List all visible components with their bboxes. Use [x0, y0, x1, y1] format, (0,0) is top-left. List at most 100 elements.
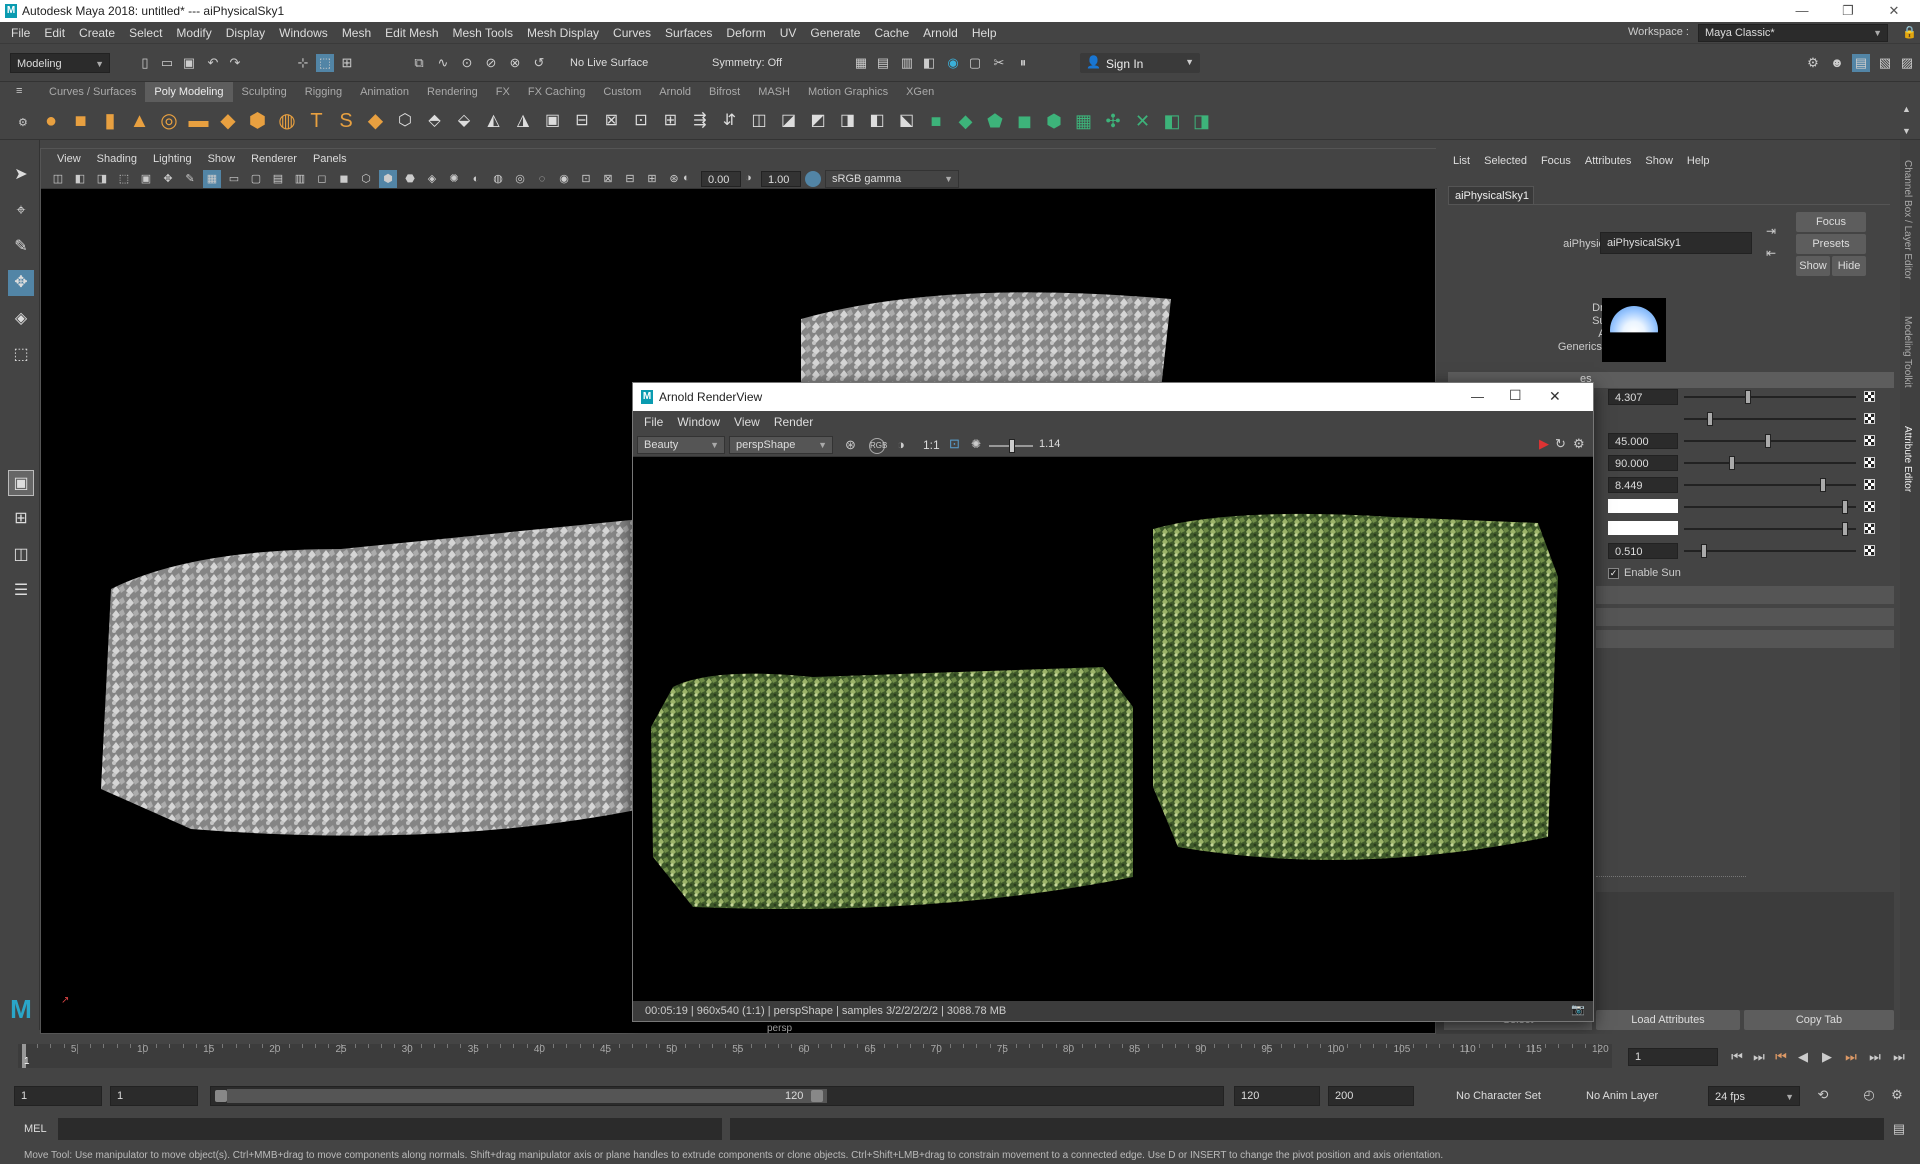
- attribute-slider[interactable]: [1684, 412, 1856, 426]
- rotate-tool-icon[interactable]: ◈: [8, 306, 34, 332]
- menu-edit-mesh[interactable]: Edit Mesh: [378, 22, 445, 44]
- connect-icon[interactable]: ◨: [835, 108, 861, 134]
- ambient-occlusion-icon[interactable]: ◍: [489, 170, 507, 188]
- isolate-select-icon[interactable]: ⊡: [577, 170, 595, 188]
- menu-mesh[interactable]: Mesh: [335, 22, 378, 44]
- tool-settings-icon[interactable]: ▧: [1876, 54, 1894, 72]
- snapshot-icon[interactable]: 📷: [1571, 1003, 1585, 1016]
- single-pane-icon[interactable]: ▣: [8, 470, 34, 496]
- collapsed-section[interactable]: [1596, 630, 1894, 648]
- workspace-dropdown[interactable]: Maya Classic* ▼: [1698, 24, 1888, 42]
- map-button-icon[interactable]: [1864, 457, 1875, 468]
- arnold-render-icon[interactable]: ◉: [944, 54, 962, 72]
- menu-help[interactable]: Help: [965, 22, 1004, 44]
- film-gate-icon[interactable]: ▭: [225, 170, 243, 188]
- attribute-value-field[interactable]: 90.000: [1608, 455, 1678, 471]
- collapsed-section[interactable]: [1596, 608, 1894, 626]
- snap-vertex-icon[interactable]: ↺: [530, 54, 548, 72]
- attribute-value-field[interactable]: 45.000: [1608, 433, 1678, 449]
- normals-icon[interactable]: ◧: [1159, 108, 1185, 134]
- shelf-tab-sculpting[interactable]: Sculpting: [233, 82, 296, 102]
- shelf-tab-fx-caching[interactable]: FX Caching: [519, 82, 594, 102]
- zoom-ratio-label[interactable]: 1:1: [923, 438, 940, 452]
- auto-key-icon[interactable]: ◴: [1860, 1086, 1878, 1104]
- shelf-tab-curves-surfaces[interactable]: Curves / Surfaces: [40, 82, 145, 102]
- shelf-tab-arnold[interactable]: Arnold: [650, 82, 700, 102]
- range-bar[interactable]: 1 120: [210, 1086, 1224, 1106]
- exposure-slider-knob[interactable]: [1009, 439, 1015, 453]
- renderview-menu-file[interactable]: File: [637, 411, 670, 433]
- viewport-menu-shading[interactable]: Shading: [89, 149, 145, 169]
- ae-tab[interactable]: aiPhysicalSky1: [1448, 186, 1534, 204]
- mirror-icon[interactable]: ◮: [510, 108, 536, 134]
- viewport-menu-renderer[interactable]: Renderer: [243, 149, 305, 169]
- menu-cache[interactable]: Cache: [867, 22, 916, 44]
- live-surface-field[interactable]: No Live Surface: [564, 53, 662, 73]
- attribute-editor-tab[interactable]: Attribute Editor: [1902, 426, 1913, 492]
- notes-field[interactable]: [1596, 892, 1894, 1010]
- ae-menu-list[interactable]: List: [1446, 150, 1477, 172]
- planar-icon[interactable]: ◼: [1012, 108, 1038, 134]
- menu-select[interactable]: Select: [122, 22, 169, 44]
- output-connection-icon[interactable]: ⇤: [1766, 246, 1776, 260]
- depth-of-field-icon[interactable]: ◉: [555, 170, 573, 188]
- renderview-menu-render[interactable]: Render: [767, 411, 820, 433]
- crop-region-icon[interactable]: ⊡: [949, 436, 960, 452]
- menuset-dropdown[interactable]: Modeling ▼: [10, 53, 110, 73]
- channel-box-icon[interactable]: ▨: [1898, 54, 1916, 72]
- command-language-label[interactable]: MEL: [24, 1123, 47, 1135]
- slider-knob[interactable]: [1765, 434, 1772, 448]
- ae-menu-attributes[interactable]: Attributes: [1578, 150, 1638, 172]
- disc-icon[interactable]: ◆: [215, 108, 241, 134]
- restore-icon[interactable]: ❐: [1836, 2, 1860, 20]
- range-handle-start[interactable]: [215, 1090, 227, 1102]
- bridge-icon[interactable]: ⊟: [569, 108, 595, 134]
- pause-icon[interactable]: ⏸: [1014, 54, 1032, 72]
- shelf-tab-mash[interactable]: MASH: [749, 82, 799, 102]
- shelf-menu-icon[interactable]: ≡: [16, 85, 22, 97]
- ae-menu-focus[interactable]: Focus: [1534, 150, 1578, 172]
- motion-blur-icon[interactable]: ◎: [511, 170, 529, 188]
- cut-uv-icon[interactable]: ✕: [1130, 108, 1156, 134]
- smooth-shade-icon[interactable]: ⬢: [379, 170, 397, 188]
- textured-icon[interactable]: ◈: [423, 170, 441, 188]
- separate-icon[interactable]: ⬡: [392, 108, 418, 134]
- attribute-slider[interactable]: [1684, 478, 1856, 492]
- open-scene-icon[interactable]: ▭: [158, 54, 176, 72]
- attribute-value-field[interactable]: 0.510: [1608, 543, 1678, 559]
- new-scene-icon[interactable]: ▯: [136, 54, 154, 72]
- menu-curves[interactable]: Curves: [606, 22, 658, 44]
- step-forward-icon[interactable]: ⏭: [1866, 1048, 1884, 1066]
- camera-icon[interactable]: ◫: [49, 170, 67, 188]
- select-object-icon[interactable]: ⬚: [316, 54, 334, 72]
- gamma-icon[interactable]: ◑: [745, 172, 752, 184]
- range-handle-end[interactable]: [811, 1090, 823, 1102]
- gate-mask-icon[interactable]: ▤: [269, 170, 287, 188]
- text-icon[interactable]: T: [304, 108, 330, 134]
- presets-button[interactable]: Presets: [1796, 234, 1866, 254]
- shader-swatch[interactable]: [1602, 298, 1666, 362]
- map-button-icon[interactable]: [1864, 435, 1875, 446]
- snap-point-icon[interactable]: ⊙: [458, 54, 476, 72]
- maximize-icon[interactable]: ☐: [1509, 387, 1522, 404]
- time-slider[interactable]: 5 10 15 20 25 30 35 40 45 50 55 60 65 70 75 80 85 90 95 100…: [0, 1034, 1920, 1076]
- timeline-track[interactable]: 5 10 15 20 25 30 35 40 45 50 55 60 65 70 75 80 85 90 95 100…: [18, 1044, 1612, 1068]
- insert-edge-loop-icon[interactable]: ⇵: [717, 108, 743, 134]
- menu-mesh-display[interactable]: Mesh Display: [520, 22, 606, 44]
- input-connection-icon[interactable]: ⇥: [1766, 224, 1776, 238]
- spherical-icon[interactable]: ▦: [1071, 108, 1097, 134]
- xray-joints-icon[interactable]: ⊟: [621, 170, 639, 188]
- minimize-icon[interactable]: —: [1790, 2, 1814, 20]
- shelf-tab-animation[interactable]: Animation: [351, 82, 418, 102]
- slider-knob[interactable]: [1745, 390, 1752, 404]
- menu-windows[interactable]: Windows: [272, 22, 335, 44]
- field-chart-icon[interactable]: ▥: [291, 170, 309, 188]
- platonic-icon[interactable]: ⬢: [245, 108, 271, 134]
- lights-icon[interactable]: ✺: [445, 170, 463, 188]
- viewport-menu-view[interactable]: View: [49, 149, 89, 169]
- safe-title-icon[interactable]: ◼: [335, 170, 353, 188]
- cylindrical-icon[interactable]: ⬢: [1041, 108, 1067, 134]
- slider-knob[interactable]: [1700, 544, 1707, 558]
- layout-icon[interactable]: ⬟: [982, 108, 1008, 134]
- map-button-icon[interactable]: [1864, 501, 1875, 512]
